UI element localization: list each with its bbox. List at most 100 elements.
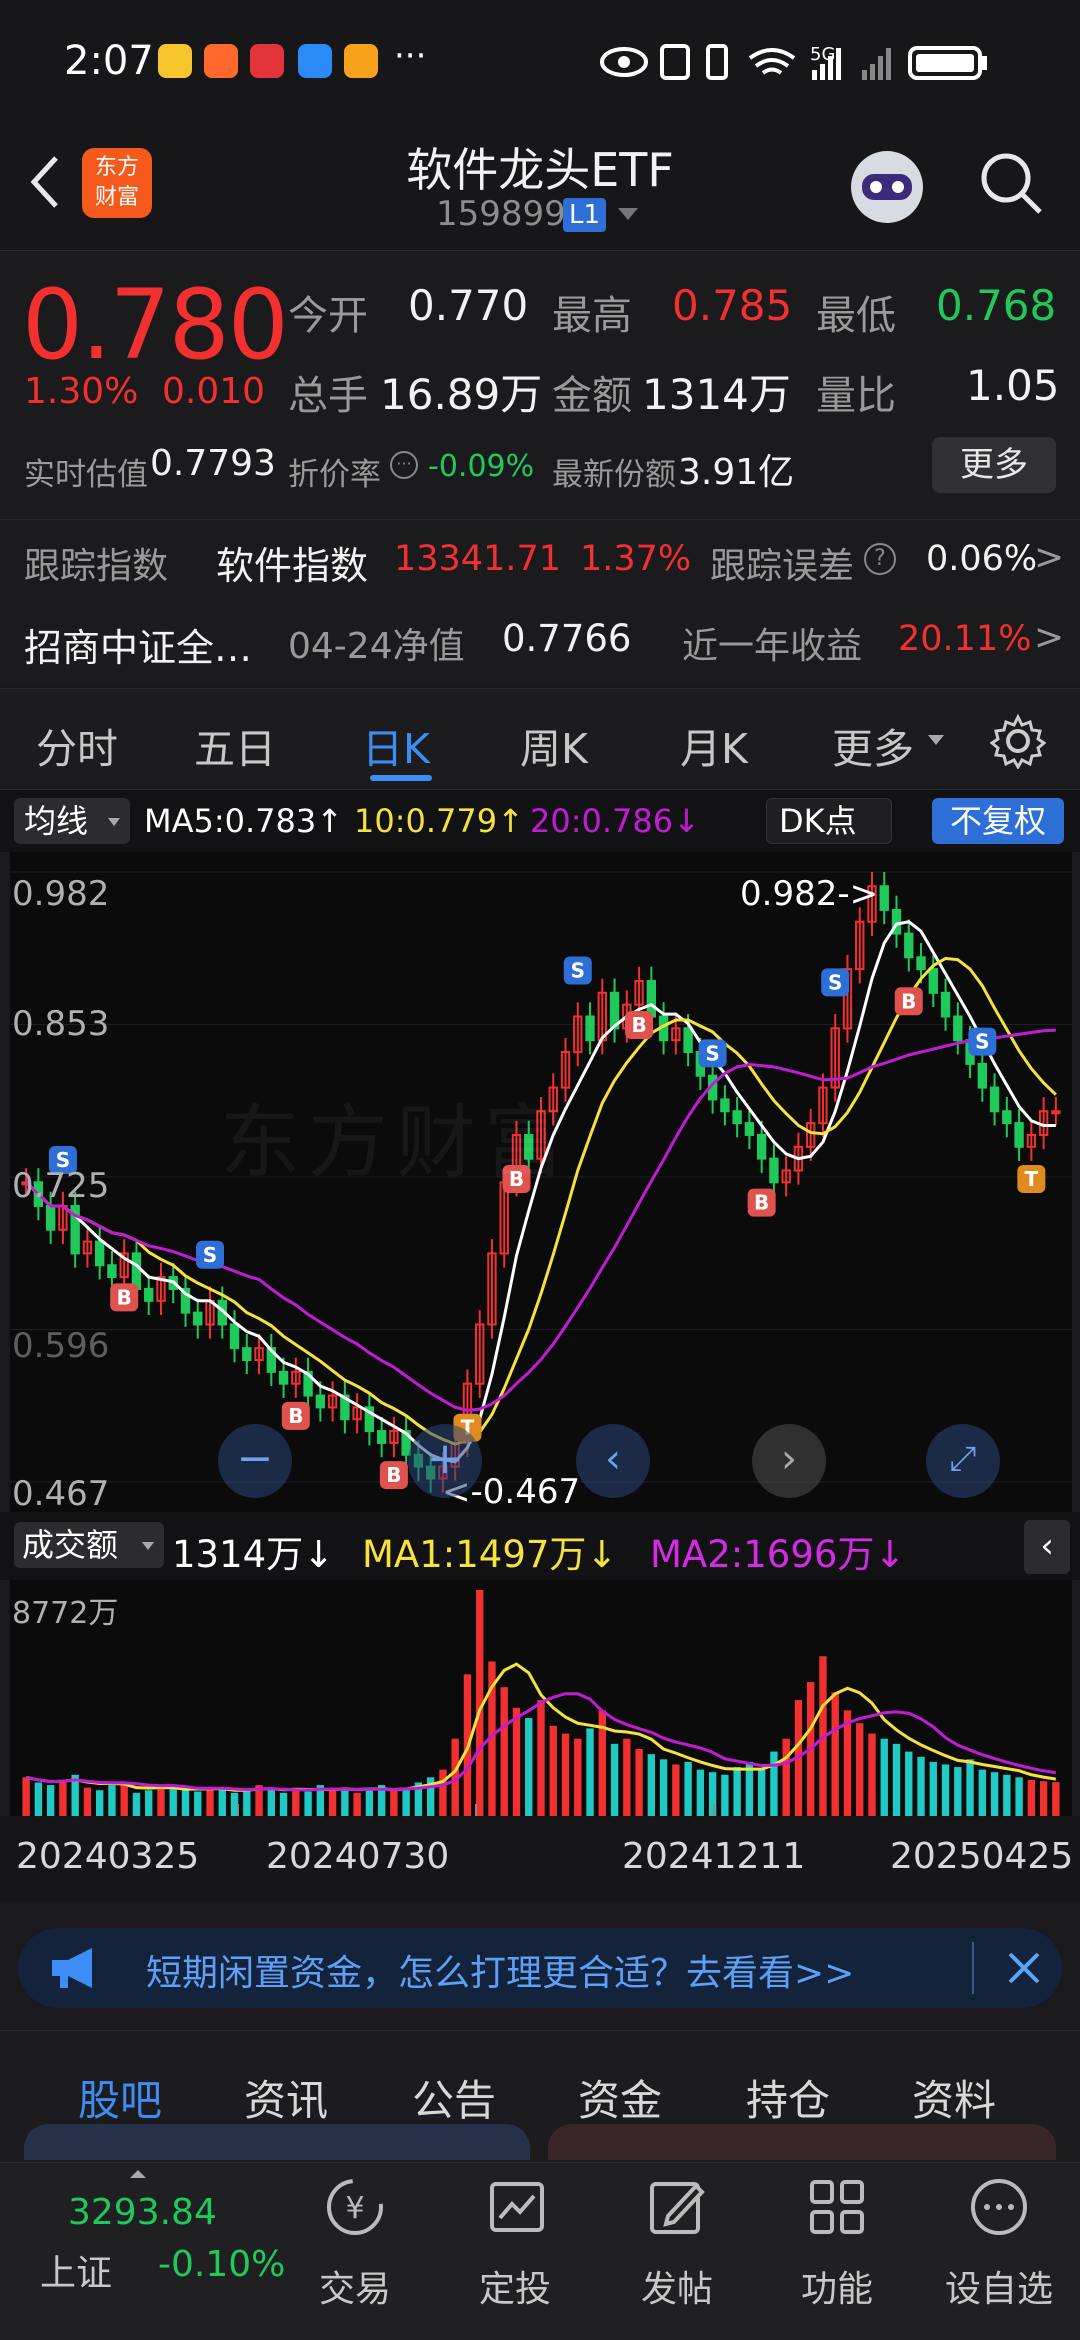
index-value[interactable]: 3293.84	[68, 2192, 217, 2233]
scroll-left-button[interactable]: ‹	[576, 1424, 650, 1498]
candle	[376, 1430, 387, 1444]
nav-invest-plan[interactable]: 定投	[450, 2260, 580, 2312]
year-return-label: 近一年收益	[682, 626, 863, 667]
shares-label: 最新份额	[552, 457, 676, 493]
tracking-index-name[interactable]: 软件指数	[216, 535, 368, 590]
tab-capital[interactable]: 资金	[578, 2067, 662, 2128]
tab-daily-k[interactable]: 日K	[362, 715, 430, 775]
active-tab-indicator	[370, 775, 432, 781]
status-time: 2:07	[64, 38, 154, 84]
tracking-label: 跟踪指数	[24, 546, 169, 587]
tab-holdings[interactable]: 持仓	[746, 2067, 830, 2128]
tab-intraday[interactable]: 分时	[36, 715, 118, 775]
candle	[1014, 1122, 1024, 1148]
y-label: 0.596	[12, 1326, 110, 1366]
volume-bar	[1039, 1781, 1048, 1816]
fund-name[interactable]: 招商中证全…	[24, 617, 252, 672]
volume-chart[interactable]: 8772万	[10, 1580, 1072, 1816]
nav-post[interactable]: 发帖	[612, 2260, 742, 2312]
volume-bar	[194, 1791, 202, 1816]
candle	[989, 1086, 1000, 1113]
shares-value: 3.91亿	[678, 452, 795, 493]
volume-bar	[672, 1764, 680, 1816]
tracking-error-label: 跟踪误差	[710, 546, 855, 587]
zoom-in-button[interactable]: +	[408, 1424, 482, 1498]
tab-monthly-k[interactable]: 月K	[680, 715, 748, 775]
ma20-value: 20:0.786↓	[530, 802, 700, 840]
max-price-annotation: 0.982->	[740, 874, 879, 914]
tab-weekly-k[interactable]: 周K	[520, 715, 588, 775]
scroll-right-button[interactable]: ›	[752, 1424, 826, 1498]
volume-bar	[708, 1772, 717, 1816]
settings-gear-icon[interactable]	[990, 713, 1046, 769]
dk-point-button[interactable]: DK点	[766, 798, 892, 844]
adjust-button[interactable]: 不复权	[932, 798, 1064, 844]
trade-icon[interactable]: ¥	[324, 2176, 386, 2238]
functions-grid-icon[interactable]	[806, 2176, 868, 2238]
nav-add-watchlist[interactable]: 设自选	[934, 2260, 1064, 2312]
caret-down-icon	[928, 735, 944, 745]
chevron-right-icon[interactable]: >	[1034, 537, 1064, 578]
nav-functions[interactable]: 功能	[772, 2260, 902, 2312]
nfc-icon	[660, 44, 690, 80]
peek-card	[24, 2124, 530, 2160]
volume-current: 1314万↓	[172, 1533, 335, 1576]
expand-up-icon[interactable]	[130, 2170, 146, 2178]
add-watchlist-icon[interactable]	[968, 2176, 1030, 2238]
volume-bar	[304, 1791, 312, 1816]
more-button[interactable]: 更多	[932, 437, 1056, 493]
banner-text[interactable]: 短期闲置资金，怎么打理更合适？去看看>>	[146, 1944, 854, 1996]
chevron-right-icon[interactable]: >	[1034, 617, 1064, 658]
volume-bar	[96, 1790, 104, 1816]
year-return-value: 20.11%	[898, 619, 1032, 659]
tab-news[interactable]: 资讯	[244, 2067, 328, 2128]
promo-banner[interactable]: 短期闲置资金，怎么打理更合适？去看看>>	[18, 1928, 1062, 2008]
robot-assistant-icon[interactable]	[842, 142, 932, 232]
volume-bar	[1052, 1782, 1060, 1816]
volume-bar	[561, 1733, 570, 1816]
candle	[732, 1110, 742, 1125]
chevron-down-icon[interactable]	[618, 208, 638, 220]
volume-bar	[1027, 1779, 1036, 1816]
search-icon[interactable]	[976, 148, 1048, 220]
zoom-out-button[interactable]: −	[218, 1424, 292, 1498]
volume-bar	[647, 1754, 656, 1816]
ma10-line	[25, 956, 1057, 1446]
tab-announcements[interactable]: 公告	[412, 2067, 496, 2128]
volume-bar	[843, 1710, 852, 1816]
post-edit-icon[interactable]	[646, 2176, 708, 2238]
volume-bar	[586, 1728, 594, 1816]
volume-value: 16.89万	[380, 370, 543, 419]
volume-bar	[328, 1787, 337, 1816]
volume-bar	[721, 1774, 729, 1816]
trade-signal-label: B	[386, 1463, 401, 1487]
tracking-error-value: 0.06%	[926, 539, 1038, 579]
watermark: 东方财富	[220, 1096, 572, 1189]
volume-bar	[574, 1738, 582, 1816]
tab-forum[interactable]: 股吧	[78, 2067, 162, 2128]
vibrate-icon	[706, 44, 728, 80]
nav-trade[interactable]: 交易	[290, 2260, 420, 2312]
tab-profile[interactable]: 资料	[912, 2067, 996, 2128]
tab-more[interactable]: 更多	[832, 715, 914, 775]
candle	[769, 1157, 779, 1184]
volume-bar	[365, 1788, 374, 1816]
tracking-index-value: 13341.71	[394, 539, 562, 579]
volume-bar	[990, 1772, 999, 1816]
date-axis: 20240325 20240730 20241211 20250425	[0, 1816, 1080, 1902]
volume-bar	[402, 1787, 410, 1816]
close-icon[interactable]	[1006, 1950, 1042, 1986]
fullscreen-icon[interactable]: ⤢	[926, 1424, 1000, 1498]
candle	[107, 1264, 117, 1279]
ma5-value: MA5:0.783↑	[144, 802, 344, 840]
candle	[904, 932, 914, 959]
invest-plan-icon[interactable]	[486, 2176, 548, 2238]
kline-chart[interactable]: SBSBBTBSBSBSBST 东方财富 0.982 0.853 0.725 0…	[10, 852, 1072, 1514]
peek-card	[548, 2124, 1056, 2160]
tab-five-day[interactable]: 五日	[194, 715, 276, 775]
candle	[977, 1062, 987, 1089]
collapse-panel-icon[interactable]: ‹	[1024, 1520, 1070, 1574]
help-icon[interactable]: ?	[864, 543, 896, 575]
info-dots-icon[interactable]: ···	[390, 451, 418, 479]
volume-bar	[525, 1718, 533, 1816]
